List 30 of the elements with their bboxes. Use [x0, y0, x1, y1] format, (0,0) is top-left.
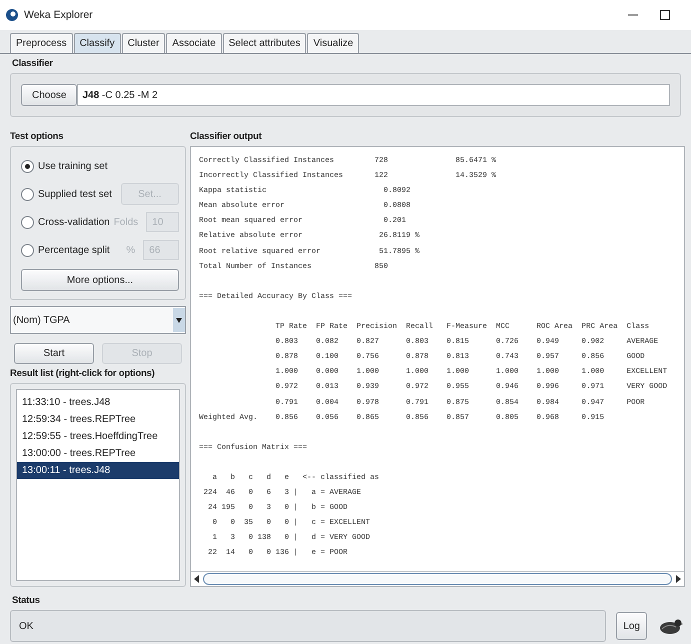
tab[interactable]: Classify: [74, 33, 121, 53]
result-item[interactable]: 13:00:11 - trees.J48: [17, 462, 179, 479]
tab[interactable]: Preprocess: [10, 33, 73, 53]
field-label: %: [125, 244, 136, 256]
status-field: OK: [10, 610, 606, 642]
window-title: Weka Explorer: [24, 9, 94, 21]
more-options-button[interactable]: More options...: [21, 269, 179, 291]
log-button[interactable]: Log: [616, 612, 647, 640]
section-heading: Classifier: [11, 57, 54, 71]
result-item[interactable]: 12:59:55 - trees.HoeffdingTree: [17, 428, 179, 445]
field-label: Folds: [114, 216, 140, 228]
section-heading: Result list (right-click for options): [10, 367, 156, 381]
option-label: Percentage split: [38, 244, 110, 256]
result-item[interactable]: 13:00:00 - trees.REPTree: [17, 445, 179, 462]
tab[interactable]: Visualize: [307, 33, 360, 53]
option-label: Use training set: [38, 160, 108, 172]
result-item[interactable]: 12:59:34 - trees.REPTree: [17, 411, 179, 428]
section-heading: Test options: [10, 130, 64, 144]
option-label: Supplied test set: [38, 188, 113, 200]
tab[interactable]: Associate: [166, 33, 222, 53]
tab[interactable]: Select attributes: [222, 33, 306, 53]
option-label: Cross-validation: [38, 216, 110, 228]
tab[interactable]: Cluster: [122, 33, 166, 53]
choose-button[interactable]: Choose: [21, 84, 78, 106]
result-item[interactable]: 11:33:10 - trees.J48: [17, 394, 179, 411]
class-dropdown[interactable]: (Nom) TGPA: [10, 306, 186, 334]
run-button[interactable]: Start: [14, 343, 94, 364]
classifier-field[interactable]: J48 -C 0.25 -M 2: [77, 84, 670, 106]
section-heading: Status: [11, 594, 41, 608]
section-heading: Classifier output: [190, 130, 263, 144]
